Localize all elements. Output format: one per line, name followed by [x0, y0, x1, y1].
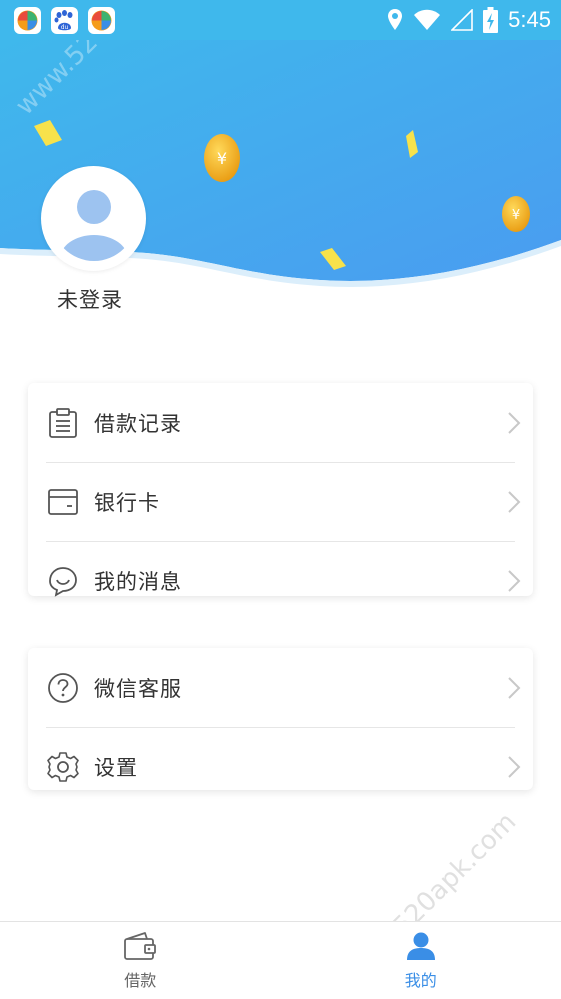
login-status-text[interactable]: 未登录 — [57, 284, 123, 314]
nav-tab-loan[interactable]: 借款 — [0, 922, 281, 999]
menu-label: 微信客服 — [94, 676, 182, 701]
coin-2: ¥ — [502, 196, 530, 232]
notification-icons: du — [14, 6, 115, 34]
svg-text:¥: ¥ — [217, 149, 227, 168]
bank-card-icon — [46, 485, 80, 519]
system-status: 5:45 — [387, 7, 551, 33]
menu-label: 我的消息 — [94, 569, 182, 594]
nav-label-loan: 借款 — [124, 970, 157, 990]
user-icon — [406, 932, 435, 960]
avatar[interactable] — [41, 166, 146, 271]
status-bar: du 5:45 — [0, 0, 561, 40]
app-icon-3 — [88, 6, 115, 34]
chevron-right-icon — [508, 490, 521, 513]
wallet-icon — [124, 931, 157, 960]
menu-item-wechat-support[interactable]: 微信客服 — [28, 648, 533, 727]
chevron-right-icon — [508, 755, 521, 778]
menu-item-settings[interactable]: 设置 — [28, 727, 533, 806]
chevron-right-icon — [508, 676, 521, 699]
chevron-right-icon — [508, 411, 521, 434]
svg-text:¥: ¥ — [512, 208, 520, 223]
location-icon — [388, 9, 403, 30]
menu-label: 设置 — [94, 755, 138, 780]
nav-label-mine: 我的 — [404, 970, 437, 990]
baidu-icon: du — [51, 6, 78, 34]
battery-charging-icon — [483, 7, 499, 33]
menu-item-my-messages[interactable]: 我的消息 — [28, 541, 533, 620]
chevron-right-icon — [508, 569, 521, 592]
menu-item-loan-records[interactable]: 借款记录 — [28, 383, 533, 462]
svg-text:du: du — [61, 24, 69, 31]
menu-item-bank-card[interactable]: 银行卡 — [28, 462, 533, 541]
cell-signal-icon — [451, 9, 473, 31]
nav-tab-mine[interactable]: 我的 — [281, 922, 561, 999]
app-icon-1 — [14, 6, 41, 34]
chat-bubbles-icon — [46, 564, 80, 598]
clock: 5:45 — [508, 7, 551, 32]
wifi-icon — [414, 9, 441, 30]
menu-label: 银行卡 — [94, 490, 160, 515]
gear-icon — [46, 750, 80, 784]
coin-1: ¥ — [204, 134, 240, 182]
menu-card-service: 微信客服 设置 — [28, 648, 533, 790]
menu-card-account: 借款记录 银行卡 我的消息 — [28, 383, 533, 597]
clipboard-icon — [46, 406, 80, 440]
menu-label: 借款记录 — [94, 411, 182, 436]
default-avatar-icon — [51, 176, 136, 261]
question-circle-icon — [46, 671, 80, 705]
bottom-navigation: 借款 我的 — [0, 921, 561, 999]
